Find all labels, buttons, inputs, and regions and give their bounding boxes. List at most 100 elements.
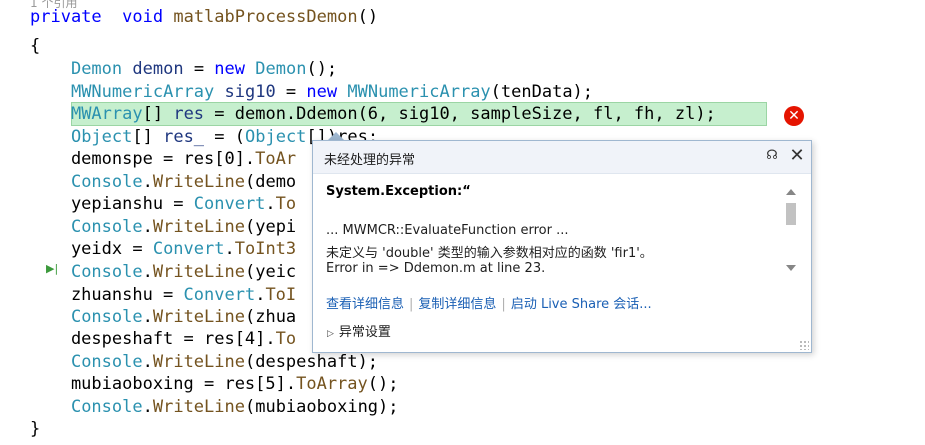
code-token: { bbox=[30, 36, 41, 56]
code-token: WriteLine bbox=[152, 172, 245, 192]
code-token: Object bbox=[70, 127, 133, 147]
code-token: WriteLine bbox=[152, 262, 245, 282]
code-line[interactable]: MWNumericArray sig10 = new MWNumericArra… bbox=[30, 81, 593, 104]
exception-settings-toggle[interactable]: ▷ 异常设置 bbox=[327, 321, 391, 340]
popup-beak bbox=[328, 132, 344, 140]
code-token: . bbox=[265, 194, 276, 214]
exception-message-line: 未定义与 'double' 类型的输入参数相对应的函数 'fir1'。 bbox=[326, 246, 653, 261]
code-token: new bbox=[306, 82, 338, 102]
code-token: Console bbox=[70, 172, 143, 192]
code-line[interactable]: { bbox=[30, 35, 40, 58]
message-scrollbar[interactable] bbox=[783, 185, 799, 277]
code-token: WriteLine bbox=[152, 307, 245, 327]
code-token: . bbox=[142, 397, 153, 417]
code-token: (yepi bbox=[244, 217, 297, 237]
code-token: (despeshaft); bbox=[244, 352, 379, 372]
code-line[interactable]: Console.WriteLine(mubiaoboxing); bbox=[30, 396, 399, 419]
code-line[interactable]: yeidx = Convert.ToInt3 bbox=[30, 238, 296, 261]
close-icon[interactable]: ✕ bbox=[787, 146, 807, 166]
code-token: = bbox=[183, 59, 215, 79]
code-line[interactable]: Demon demon = new Demon(); bbox=[30, 58, 337, 81]
code-token: (); bbox=[367, 374, 399, 394]
code-token: } bbox=[30, 419, 41, 439]
code-token: Console bbox=[70, 262, 143, 282]
code-token: = ( bbox=[204, 127, 245, 147]
code-line[interactable]: Console.WriteLine(demo bbox=[30, 171, 296, 194]
exception-popup: 未经处理的异常 ☊ ✕ System.Exception:“ ... MWMCR… bbox=[312, 140, 812, 353]
code-token: WriteLine bbox=[152, 397, 245, 417]
exception-message-line: ... MWMCR::EvaluateFunction error ... bbox=[326, 223, 569, 238]
resize-grip-icon[interactable] bbox=[799, 340, 809, 350]
code-token: (); bbox=[306, 59, 338, 79]
code-line[interactable]: mubiaoboxing = res[5].ToArray(); bbox=[30, 373, 399, 396]
code-token: new bbox=[214, 59, 246, 79]
code-token: Console bbox=[70, 397, 143, 417]
code-token: despeshaft = res[4]. bbox=[30, 329, 276, 349]
code-line[interactable]: } bbox=[30, 418, 40, 441]
code-line[interactable]: despeshaft = res[4].To bbox=[30, 328, 296, 351]
code-token: . bbox=[142, 262, 153, 282]
code-line[interactable]: demonspe = res[0].ToAr bbox=[30, 148, 296, 171]
code-token: res_ bbox=[163, 127, 205, 147]
code-token: demonspe = res[0]. bbox=[30, 149, 256, 169]
code-token: private bbox=[30, 7, 102, 27]
code-token: WriteLine bbox=[152, 352, 245, 372]
view-details-link[interactable]: 查看详细信息 bbox=[326, 297, 404, 312]
code-token: . bbox=[255, 285, 266, 305]
pin-icon[interactable]: ☊ bbox=[765, 147, 779, 165]
link-separator: | bbox=[501, 297, 506, 312]
scroll-thumb[interactable] bbox=[786, 203, 796, 225]
scroll-down-icon[interactable] bbox=[786, 265, 796, 271]
code-token: Console bbox=[70, 352, 143, 372]
code-line[interactable]: zhuanshu = Convert.ToI bbox=[30, 284, 296, 307]
code-token: [] bbox=[142, 104, 174, 124]
code-token: void bbox=[122, 7, 164, 27]
code-token: Convert bbox=[183, 285, 256, 305]
code-line[interactable]: private void matlabProcessDemon() bbox=[30, 6, 378, 29]
error-glyph-icon[interactable]: ✕ bbox=[784, 106, 804, 126]
code-token: MWArray bbox=[70, 104, 143, 124]
code-token: (yeic bbox=[244, 262, 297, 282]
code-token: (mubiaoboxing); bbox=[244, 397, 399, 417]
popup-links: 查看详细信息 | 复制详细信息 | 启动 Live Share 会话... bbox=[326, 293, 652, 312]
code-token: sig10 bbox=[224, 82, 276, 102]
scroll-up-icon[interactable] bbox=[786, 189, 796, 195]
popup-header: 未经处理的异常 ☊ ✕ bbox=[313, 141, 811, 174]
exception-message-line: Error in => Ddemon.m at line 23. bbox=[326, 261, 546, 276]
code-line[interactable]: Console.WriteLine(yepi bbox=[30, 216, 296, 239]
code-line[interactable]: Console.WriteLine(despeshaft); bbox=[30, 351, 378, 374]
code-token: [] bbox=[132, 127, 164, 147]
exception-type: System.Exception:“ bbox=[326, 184, 471, 199]
code-line[interactable]: Console.WriteLine(yeic bbox=[30, 261, 296, 284]
code-token: WriteLine bbox=[152, 217, 245, 237]
code-line[interactable]: yepianshu = Convert.To bbox=[30, 193, 296, 216]
code-token: res bbox=[173, 104, 205, 124]
code-token: ToArray bbox=[296, 374, 368, 394]
code-line[interactable]: MWArray[] res = demon.Ddemon(6, sig10, s… bbox=[30, 103, 716, 126]
popup-title: 未经处理的异常 bbox=[324, 153, 416, 168]
code-token: yepianshu = bbox=[30, 194, 194, 214]
code-token: () bbox=[357, 7, 379, 27]
code-token: matlabProcessDemon bbox=[173, 7, 358, 27]
code-token: (demo bbox=[244, 172, 297, 192]
code-token: (tenData); bbox=[490, 82, 594, 102]
code-token: Object bbox=[245, 127, 307, 147]
live-share-link[interactable]: 启动 Live Share 会话... bbox=[511, 297, 652, 312]
code-token: MWNumericArray bbox=[347, 82, 491, 102]
copy-details-link[interactable]: 复制详细信息 bbox=[418, 297, 496, 312]
code-token: . bbox=[142, 217, 153, 237]
link-separator: | bbox=[409, 297, 414, 312]
code-line[interactable]: Console.WriteLine(zhua bbox=[30, 306, 296, 329]
code-token: = bbox=[275, 82, 307, 102]
